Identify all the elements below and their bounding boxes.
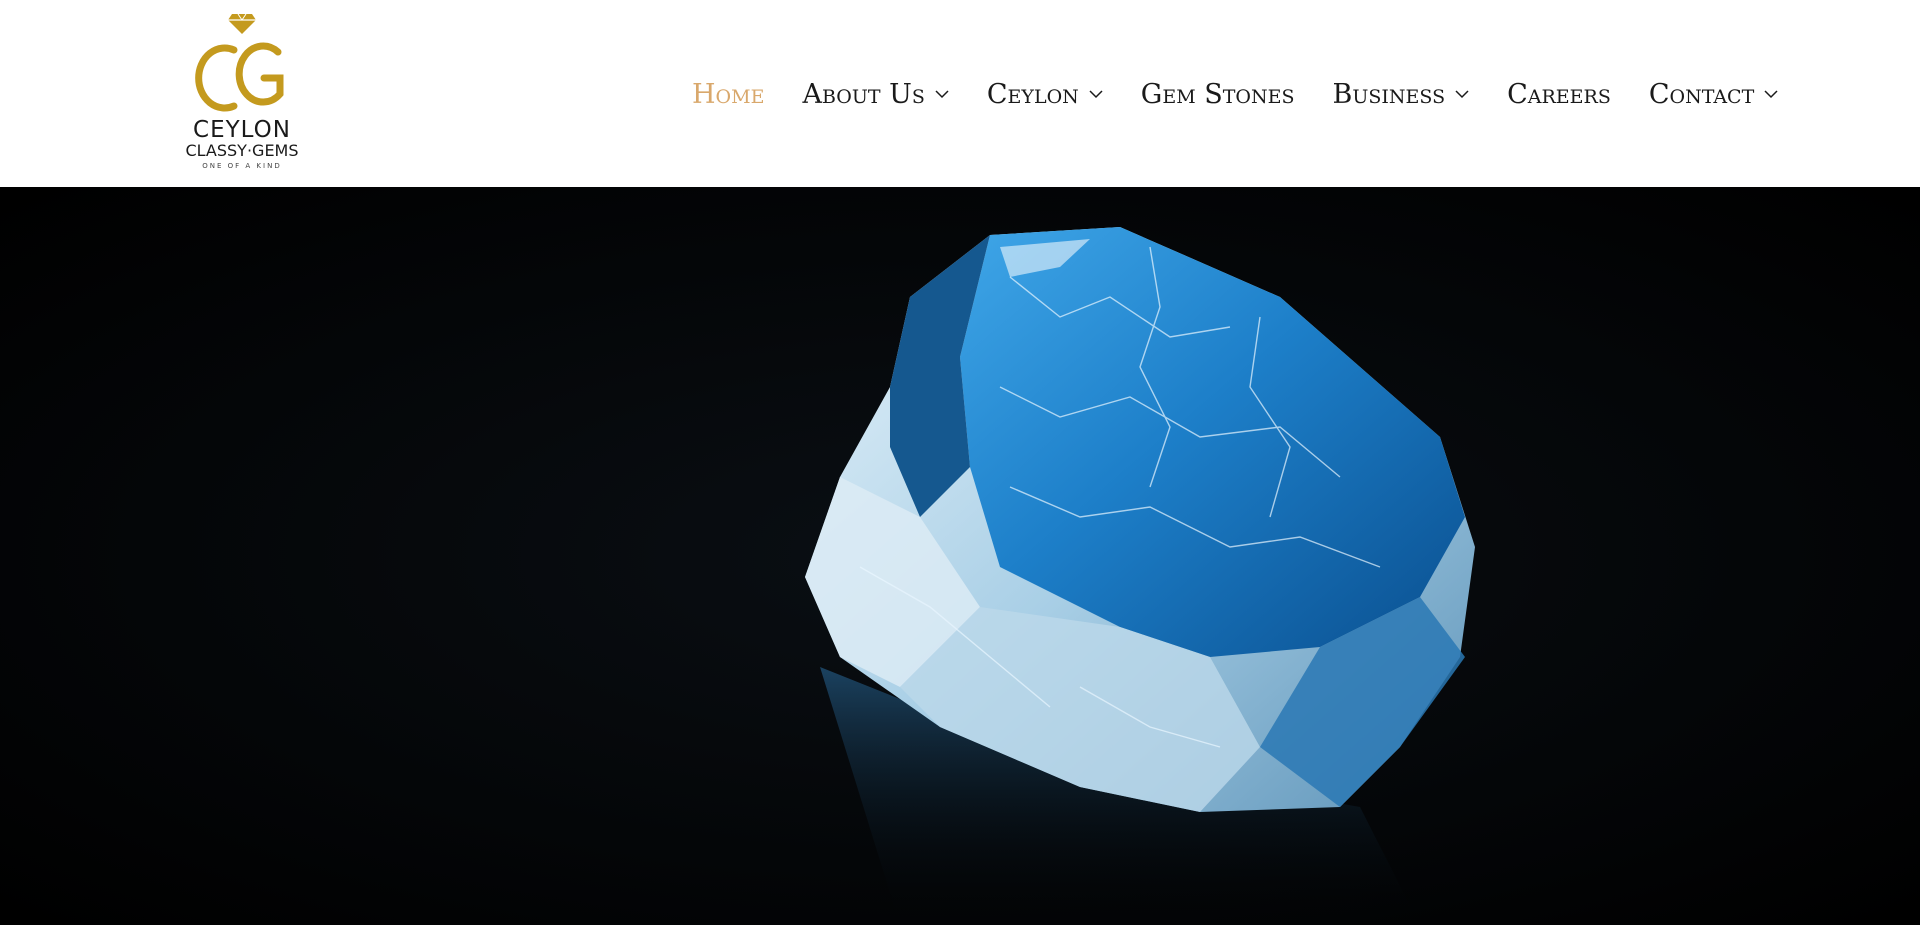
nav-item-ceylon[interactable]: Ceylon <box>987 79 1103 110</box>
nav-item-label: About Us <box>802 78 925 110</box>
nav-item-careers[interactable]: Careers <box>1507 79 1611 110</box>
chevron-down-icon <box>1764 90 1778 99</box>
nav-item-label: Business <box>1332 78 1446 110</box>
chevron-down-icon <box>1089 90 1103 99</box>
brand-logo[interactable]: CEYLON CLASSY·GEMS ONE OF A KIND <box>172 8 312 180</box>
nav-item-business[interactable]: Business <box>1333 79 1470 110</box>
nav-item-contact[interactable]: Contact <box>1649 79 1778 110</box>
nav-item-home[interactable]: Home <box>692 79 764 110</box>
brand-tagline: ONE OF A KIND <box>202 162 282 170</box>
nav-item-gem-stones[interactable]: Gem Stones <box>1141 79 1295 110</box>
hero-gemstone-image <box>0 187 1920 925</box>
nav-item-label: Ceylon <box>986 78 1079 110</box>
brand-name-line1: CEYLON <box>193 117 291 143</box>
logo-emblem-icon <box>195 13 284 112</box>
chevron-down-icon <box>935 90 949 99</box>
nav-item-label: Gem Stones <box>1140 78 1295 110</box>
main-nav: Home About Us Ceylon Gem Stones Business… <box>692 72 1778 116</box>
site-header: CEYLON CLASSY·GEMS ONE OF A KIND Home Ab… <box>0 0 1920 187</box>
nav-item-about-us[interactable]: About Us <box>802 78 949 110</box>
brand-name-line2: CLASSY·GEMS <box>185 141 299 160</box>
nav-item-label: Home <box>692 78 765 110</box>
chevron-down-icon <box>1455 90 1469 99</box>
hero-banner <box>0 187 1920 925</box>
nav-item-label: Careers <box>1507 78 1611 110</box>
nav-item-label: Contact <box>1648 78 1755 110</box>
